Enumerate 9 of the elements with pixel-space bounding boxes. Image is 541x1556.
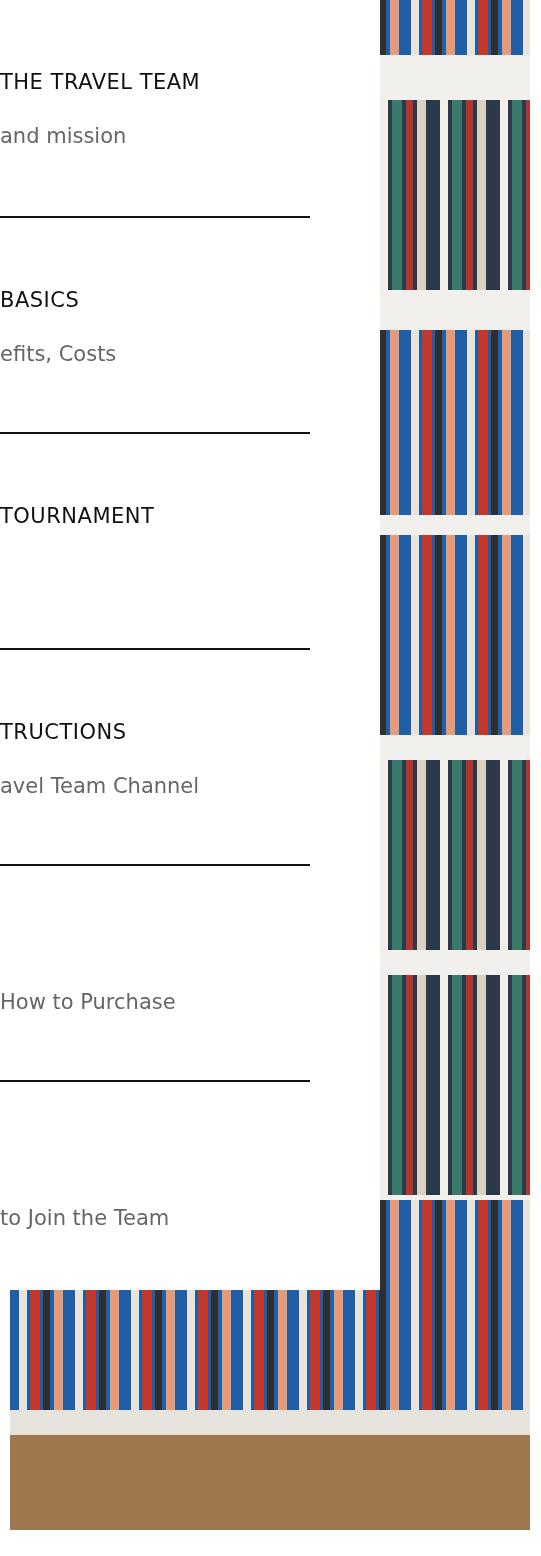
section-heading: THE TRAVEL TEAM — [0, 69, 201, 96]
section-subtitle: to Join the Team — [0, 1205, 170, 1232]
section-subtitle: efits, Costs — [0, 341, 117, 368]
section-subtitle: and mission — [0, 123, 127, 150]
section-subtitle: avel Team Channel — [0, 773, 200, 800]
section-heading: BASICS — [0, 287, 80, 314]
section-heading: TRUCTIONS — [0, 719, 127, 746]
section-subtitle: How to Purchase — [0, 989, 176, 1016]
section-heading: TOURNAMENT — [0, 503, 155, 530]
